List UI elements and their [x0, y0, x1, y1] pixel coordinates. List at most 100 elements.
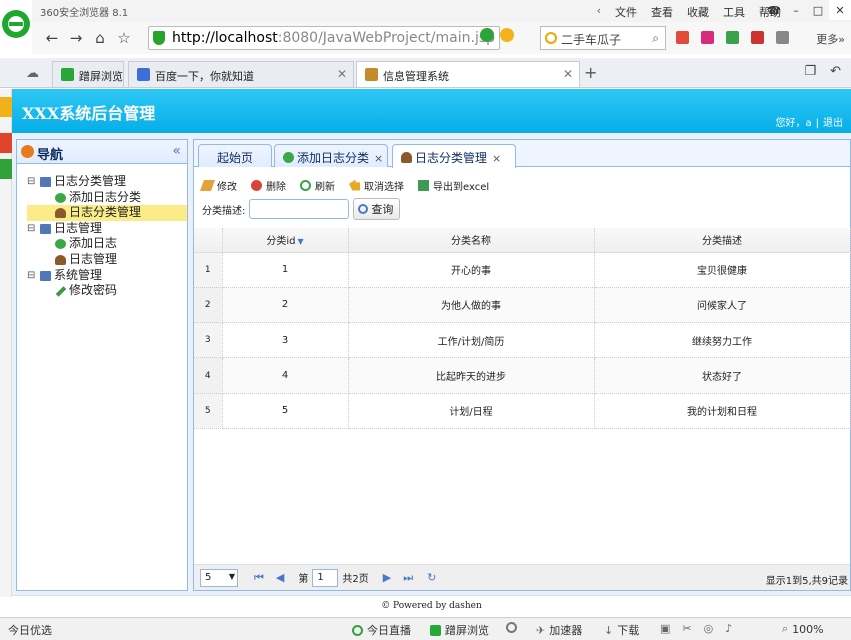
- menu-file[interactable]: 文件: [615, 4, 637, 20]
- search-input[interactable]: 二手车瓜子: [561, 31, 621, 48]
- browser-tab-screen[interactable]: 蹭屏浏览: [52, 61, 124, 87]
- address-icons: [480, 28, 514, 42]
- apps-icon[interactable]: [676, 31, 689, 44]
- new-tab-button[interactable]: +: [584, 63, 597, 82]
- back-arrow-icon[interactable]: ←: [42, 28, 62, 48]
- url-text[interactable]: http://localhost:8080/JavaWebProject/mai…: [172, 30, 495, 46]
- search-box[interactable]: 二手车瓜子 ⌕: [540, 26, 666, 50]
- content-panel: 起始页 添加日志分类 × 日志分类管理 × 修改 删除 刷新 取消选择 导出到exc…: [193, 139, 851, 591]
- table-row[interactable]: 3 3 工作/计划/简历 继续努力工作: [194, 322, 851, 359]
- more-button[interactable]: 更多»: [816, 31, 845, 47]
- status-live[interactable]: 今日直播: [352, 622, 411, 638]
- toggle-icon[interactable]: ⊟: [27, 268, 35, 284]
- status-screen[interactable]: 蹭屏浏览: [430, 622, 489, 638]
- user-icon: [401, 152, 412, 163]
- prev-page-icon[interactable]: ◀: [276, 571, 284, 584]
- cancel-select-button[interactable]: 取消选择: [349, 176, 404, 194]
- star-icon[interactable]: ☆: [114, 28, 134, 48]
- tab-list-icon[interactable]: ❐: [804, 64, 816, 79]
- toggle-icon[interactable]: ⊟: [27, 174, 35, 190]
- undo-close-icon[interactable]: ↶: [830, 64, 841, 79]
- tools-icon[interactable]: [776, 31, 789, 44]
- category-desc-input[interactable]: [249, 199, 350, 219]
- address-bar[interactable]: http://localhost:8080/JavaWebProject/mai…: [148, 26, 500, 50]
- crop-icon[interactable]: ✂: [682, 622, 691, 635]
- browser-tab-app[interactable]: 信息管理系统 ✕: [356, 61, 580, 87]
- table-row[interactable]: 2 2 为他人做的事 问候家人了: [194, 287, 851, 324]
- tab-category-list[interactable]: 日志分类管理 ×: [392, 144, 516, 168]
- status-zoom[interactable]: ⌕ 100%: [782, 622, 824, 636]
- refresh-button[interactable]: 刷新: [300, 176, 335, 194]
- close-window-button[interactable]: ✕: [829, 0, 851, 20]
- delete-button[interactable]: 删除: [251, 176, 286, 194]
- chevron-left-icon[interactable]: ‹: [597, 4, 601, 20]
- table-row[interactable]: 5 5 计划/日程 我的计划和日程: [194, 393, 851, 429]
- rocket-icon: ✈: [536, 623, 546, 637]
- refresh-icon[interactable]: ↻: [427, 571, 436, 584]
- browser-tab-baidu[interactable]: 百度一下，你就知道 ✕: [128, 61, 354, 87]
- tab-close-icon[interactable]: ✕: [563, 67, 573, 81]
- collapse-icon[interactable]: «: [172, 143, 181, 159]
- tab-close-icon[interactable]: ×: [374, 152, 383, 165]
- menu-favorites[interactable]: 收藏: [687, 4, 709, 20]
- app-side-icon[interactable]: [0, 159, 12, 179]
- tab-close-icon[interactable]: ✕: [337, 67, 347, 81]
- minimize-button[interactable]: –: [785, 0, 807, 20]
- cloud-icon[interactable]: ☁: [26, 66, 39, 81]
- logout-link[interactable]: 退出: [823, 118, 843, 129]
- favorites-side-icon[interactable]: [0, 97, 12, 117]
- status-clean-icon[interactable]: [506, 622, 517, 633]
- pencil-icon: [55, 286, 67, 297]
- tree-node-category-mgmt[interactable]: ⊟ 日志分类管理: [27, 174, 187, 190]
- weibo-side-icon[interactable]: [0, 133, 12, 153]
- table-row[interactable]: 4 4 比起昨天的进步 状态好了: [194, 357, 851, 394]
- status-download[interactable]: ↓ 下载: [604, 622, 639, 638]
- sort-desc-icon[interactable]: ▼: [297, 237, 303, 246]
- skin-icon[interactable]: ☎: [763, 0, 785, 20]
- search-icon[interactable]: ⌕: [652, 31, 659, 46]
- page-number-input[interactable]: 1: [312, 568, 339, 587]
- tree-node-system-mgmt[interactable]: ⊟ 系统管理: [27, 268, 187, 284]
- page-size-select[interactable]: 5 ▼: [200, 568, 238, 587]
- status-daily-picks[interactable]: 今日优选: [8, 622, 52, 638]
- export-excel-button[interactable]: 导出到excel: [418, 176, 489, 194]
- wallet-icon[interactable]: [726, 31, 739, 44]
- tree-node-category-list[interactable]: 日志分类管理: [27, 205, 187, 221]
- home-icon[interactable]: ⌂: [90, 28, 110, 48]
- speed-icon[interactable]: [500, 28, 514, 42]
- tree-node-change-password[interactable]: 修改密码: [27, 283, 187, 299]
- globe-icon[interactable]: ◎: [704, 622, 714, 635]
- next-page-icon[interactable]: ▶: [383, 571, 391, 584]
- tree-node-add-log[interactable]: 添加日志: [27, 236, 187, 252]
- nav-header: 导航 «: [17, 140, 187, 164]
- tab-close-icon[interactable]: ×: [492, 152, 501, 165]
- tab-home[interactable]: 起始页: [198, 144, 272, 167]
- menu-tools[interactable]: 工具: [723, 4, 745, 20]
- forward-arrow-icon[interactable]: →: [66, 28, 86, 48]
- mail-icon[interactable]: [701, 31, 714, 44]
- tab-add-category[interactable]: 添加日志分类 ×: [274, 144, 388, 167]
- tree-node-log-mgmt[interactable]: ⊟ 日志管理: [27, 221, 187, 237]
- compat-mode-icon[interactable]: [480, 28, 494, 42]
- volume-icon[interactable]: ♪: [725, 622, 732, 635]
- translate-icon[interactable]: [751, 31, 764, 44]
- toggle-icon[interactable]: ⊟: [27, 221, 35, 237]
- image-icon[interactable]: ▣: [660, 622, 670, 635]
- last-page-icon[interactable]: ⏭: [403, 571, 413, 585]
- query-button[interactable]: 查询: [353, 198, 401, 220]
- search-engine-icon[interactable]: [545, 32, 557, 44]
- page-label: 第: [298, 574, 309, 585]
- add-icon: [55, 192, 66, 203]
- header-category-id[interactable]: 分类id ▼: [222, 228, 349, 253]
- edit-button[interactable]: 修改: [199, 176, 237, 194]
- first-page-icon[interactable]: ⏮: [254, 571, 264, 585]
- status-accelerator[interactable]: ✈ 加速器: [536, 622, 582, 638]
- maximize-button[interactable]: □: [807, 0, 829, 20]
- header-category-desc[interactable]: 分类描述: [594, 228, 851, 253]
- table-row[interactable]: 1 1 开心的事 宝贝很健康: [194, 252, 851, 288]
- tree-node-log-list[interactable]: 日志管理: [27, 252, 187, 268]
- tree-node-add-category[interactable]: 添加日志分类: [27, 190, 187, 206]
- header-category-name[interactable]: 分类名称: [348, 228, 595, 253]
- cell-name: 计划/日程: [348, 393, 595, 429]
- menu-view[interactable]: 查看: [651, 4, 673, 20]
